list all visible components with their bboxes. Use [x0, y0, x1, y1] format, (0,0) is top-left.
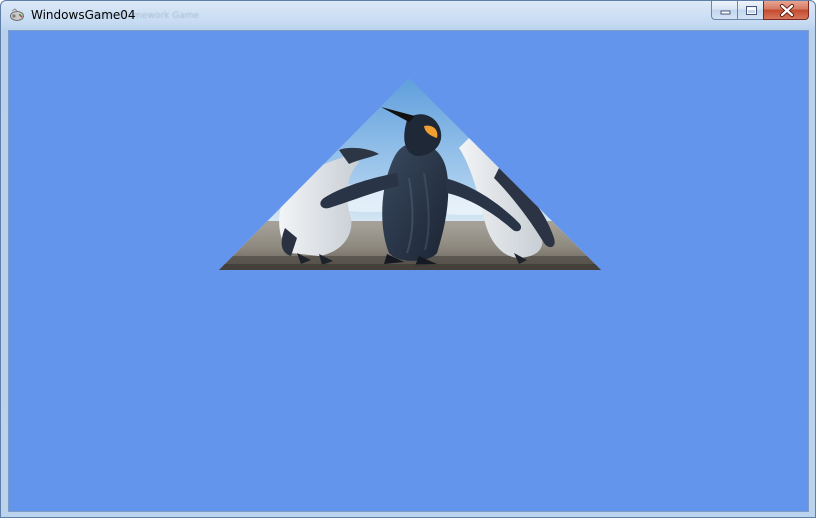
- xna-controller-icon[interactable]: [9, 7, 25, 23]
- title-bar[interactable]: WindowsGame04 Hello, Framework Game: [1, 1, 815, 29]
- caption-buttons: [711, 1, 809, 21]
- game-viewport[interactable]: [8, 30, 809, 512]
- game-window: WindowsGame04 Hello, Framework Game: [0, 0, 816, 518]
- close-button[interactable]: [763, 1, 809, 20]
- maximize-icon: [746, 6, 757, 15]
- close-icon: [780, 4, 794, 17]
- window-title-shadow: Hello, Framework Game: [91, 11, 200, 21]
- penguins-triangle-sprite: [219, 78, 601, 270]
- maximize-button[interactable]: [737, 1, 763, 20]
- minimize-icon: [720, 10, 731, 15]
- minimize-button[interactable]: [711, 1, 737, 20]
